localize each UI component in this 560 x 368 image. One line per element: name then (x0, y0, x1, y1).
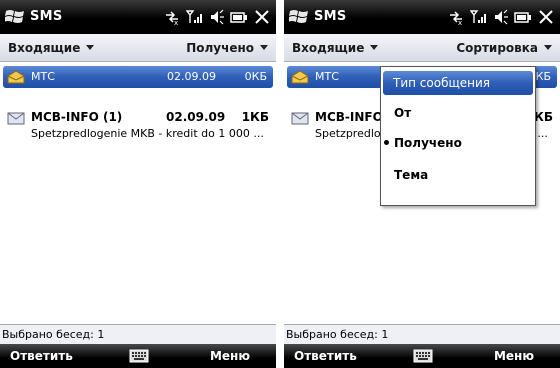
sort-dropdown[interactable]: Сортировка (456, 41, 552, 55)
chevron-down-icon (260, 45, 268, 50)
close-icon[interactable] (538, 9, 554, 25)
softkey-bar: Ответить Меню (0, 344, 276, 368)
menu-softkey[interactable]: Меню (494, 349, 534, 363)
battery-icon[interactable] (230, 9, 248, 25)
message-date: 02.09.09 (167, 70, 216, 83)
chevron-down-icon (86, 45, 95, 50)
right-screen: SMS x Входящие Сортировка МТС 0КБ MCB-IN… (284, 0, 560, 368)
list-item[interactable]: МТС 02.09.09 0КБ (3, 66, 273, 88)
volume-icon[interactable] (208, 9, 224, 25)
battery-icon[interactable] (514, 9, 532, 25)
softkey-bar: Ответить Меню (284, 344, 560, 368)
chevron-down-icon (370, 45, 379, 50)
folder-dropdown[interactable]: Входящие (8, 41, 95, 55)
windows-flag-icon[interactable] (5, 8, 25, 26)
message-preview: Spetzpredlogenie MKB - kredit do 1 000 .… (31, 127, 264, 140)
menu-item-received[interactable]: Получено (381, 131, 535, 155)
message-size: 0КБ (244, 70, 267, 83)
envelope-open-icon (7, 70, 25, 84)
volume-icon[interactable] (492, 9, 508, 25)
contact-name: MCB-INFO (1) (31, 110, 123, 124)
app-title: SMS (30, 9, 63, 24)
contact-name: МТС (315, 70, 339, 83)
contact-name: МТС (31, 70, 55, 83)
title-bar: SMS x (0, 0, 276, 34)
envelope-icon (291, 112, 309, 125)
chevron-down-icon (544, 45, 552, 50)
status-icons: x (164, 7, 270, 27)
menu-item-from[interactable]: От (381, 101, 535, 125)
signal-icon[interactable] (186, 9, 202, 25)
connectivity-icon[interactable]: x (448, 9, 464, 25)
list-item[interactable]: MCB-INFO (1) 02.09.09 1КБ Spetzpredlogen… (0, 108, 276, 148)
list-header: Входящие Сортировка (284, 34, 560, 62)
reply-softkey[interactable]: Ответить (10, 349, 73, 363)
left-screen: SMS x Входящие Получено МТС 02.09.09 0КБ… (0, 0, 276, 368)
divider (276, 0, 284, 368)
connectivity-icon[interactable]: x (164, 9, 180, 25)
envelope-icon (7, 112, 25, 125)
close-icon[interactable] (254, 9, 270, 25)
envelope-open-icon (291, 70, 309, 84)
menu-item-message-type[interactable]: Тип сообщения (383, 71, 533, 95)
title-bar: SMS x (284, 0, 560, 34)
status-icons: x (448, 7, 554, 27)
svg-text:x: x (174, 19, 178, 25)
menu-softkey[interactable]: Меню (210, 349, 250, 363)
reply-softkey[interactable]: Ответить (294, 349, 357, 363)
message-date: 02.09.09 (166, 110, 226, 124)
app-title: SMS (314, 9, 347, 24)
svg-text:x: x (458, 19, 462, 25)
selected-bullet-icon (384, 140, 389, 145)
message-size: 1КБ (241, 110, 269, 124)
list-header: Входящие Получено (0, 34, 276, 62)
keyboard-icon[interactable] (129, 348, 149, 364)
windows-flag-icon[interactable] (289, 8, 309, 26)
sort-menu: Тип сообщения От Получено Тема (380, 66, 536, 206)
selection-status: Выбрано бесед: 1 (284, 324, 560, 344)
folder-dropdown[interactable]: Входящие (292, 41, 379, 55)
menu-item-subject[interactable]: Тема (381, 163, 535, 187)
signal-icon[interactable] (470, 9, 486, 25)
selection-status: Выбрано бесед: 1 (0, 324, 276, 344)
sort-dropdown[interactable]: Получено (186, 41, 268, 55)
keyboard-icon[interactable] (413, 348, 433, 364)
